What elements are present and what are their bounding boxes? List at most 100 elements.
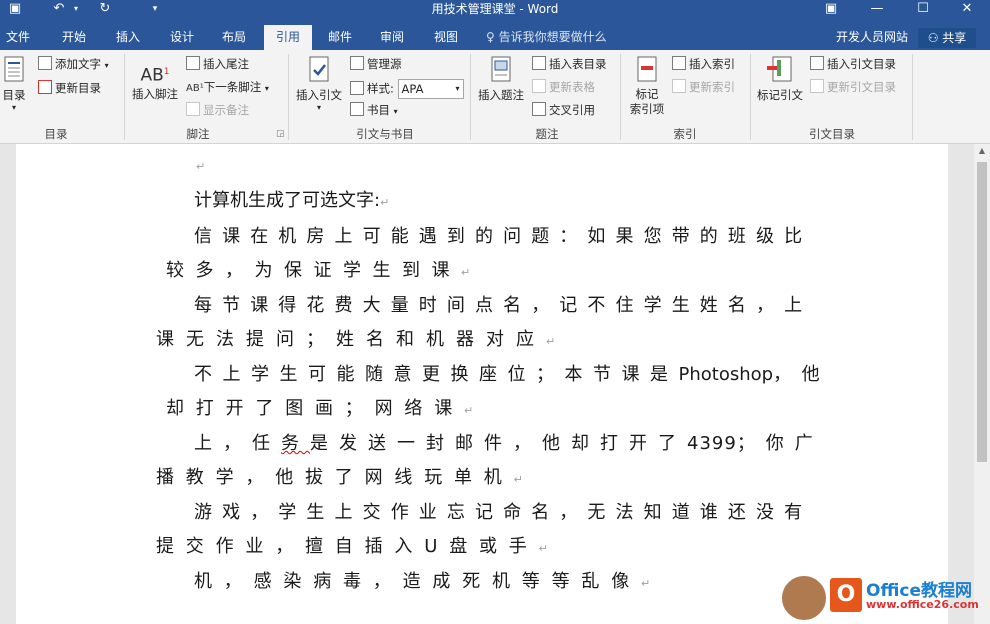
insert-caption-button[interactable]: 插入题注 xyxy=(474,56,528,103)
watermark-url: www.office26.com xyxy=(866,598,979,611)
bibliography-label: 书目 xyxy=(367,103,390,117)
group-label-footnotes: 脚注 xyxy=(186,127,210,141)
update-table-button[interactable]: 更新表格 xyxy=(532,79,595,95)
insert-caption-icon xyxy=(491,56,511,82)
footnote-icon: AB1 xyxy=(140,65,170,86)
text-run: 较多，为保证学生到课 xyxy=(166,260,461,281)
show-notes-icon xyxy=(186,102,200,116)
developer-site-link[interactable]: 开发人员网站 xyxy=(836,25,908,50)
footnotes-dialog-launcher-icon[interactable]: ◲ xyxy=(276,129,285,139)
endnote-icon xyxy=(186,56,200,70)
insert-endnote-label: 插入尾注 xyxy=(203,57,249,71)
bibliography-button[interactable]: 书目 ▾ xyxy=(350,102,398,118)
close-button[interactable]: ✕ xyxy=(944,0,990,18)
text-line: 每节课得花费大量时间点名，记不住学生姓名，上 xyxy=(194,291,812,317)
tab-mailings[interactable]: 邮件 xyxy=(318,25,362,50)
text-run: 计算机生成了可选文字: xyxy=(194,190,381,211)
add-text-label: 添加文字 xyxy=(55,57,101,71)
paragraph-mark: ↵ xyxy=(196,160,206,173)
scroll-up-icon[interactable]: ▲ xyxy=(974,146,990,155)
tab-view[interactable]: 视图 xyxy=(424,25,468,50)
insert-citation-button[interactable]: 插入引文 ▾ xyxy=(292,56,346,112)
mark-entry-button[interactable]: 标记 索引项 xyxy=(624,56,670,117)
text-run: 不上学生可能随意更换座位；本节课是 xyxy=(194,364,679,385)
text-run: Photoshop xyxy=(678,364,774,385)
mark-entry-icon xyxy=(637,56,657,82)
text-line: 提交作业，擅自插入U盘或手↵ xyxy=(156,532,548,558)
add-text-icon xyxy=(38,56,52,70)
insert-citation-label: 插入引文 xyxy=(296,88,342,102)
add-text-button[interactable]: 添加文字 ▾ xyxy=(38,56,109,72)
toc-icon xyxy=(4,56,24,82)
text-line: 较多，为保证学生到课↵ xyxy=(166,256,470,282)
insert-table-of-figures-button[interactable]: 插入表目录 xyxy=(532,56,607,72)
show-notes-button[interactable]: 显示备注 xyxy=(186,102,249,118)
text-run: 却打开了图画；网络课 xyxy=(166,398,464,419)
tab-design[interactable]: 设计 xyxy=(160,25,204,50)
update-toa-label: 更新引文目录 xyxy=(827,80,896,94)
text-run: 课无法提问；姓名和机器对应 xyxy=(156,329,546,350)
text-run: 上，任 xyxy=(194,433,281,454)
insert-index-button[interactable]: 插入索引 xyxy=(672,56,735,72)
toc-button[interactable]: 目录 ▾ xyxy=(0,56,28,112)
toc-button-label: 目录 xyxy=(2,88,26,102)
style-selector[interactable]: 样式: APA ▾ xyxy=(350,79,464,99)
minimize-button[interactable]: — xyxy=(854,0,900,18)
bibliography-dropdown-icon: ▾ xyxy=(393,107,398,116)
tell-me-box[interactable]: ♀ 告诉我你想要做什么 xyxy=(486,25,607,50)
mark-citation-button[interactable]: 标记引文 xyxy=(752,56,808,103)
tab-references[interactable]: 引用 xyxy=(264,25,312,50)
style-dropdown-chevron-icon: ▾ xyxy=(455,84,460,93)
text-line: 上，任务是发送一封邮件，他却打开了4399；你广 xyxy=(194,429,824,455)
tab-insert[interactable]: 插入 xyxy=(106,25,150,50)
tell-me-text: 告诉我你想要做什么 xyxy=(498,30,607,44)
update-toa-button[interactable]: 更新引文目录 xyxy=(810,79,896,95)
text-line: 信课在机房上可能遇到的问题：如果您带的班级比 xyxy=(194,222,812,248)
show-notes-label: 显示备注 xyxy=(203,103,249,117)
style-dropdown[interactable]: APA ▾ xyxy=(397,79,464,99)
tab-review[interactable]: 审阅 xyxy=(370,25,414,50)
ribbon-display-options-button[interactable]: ▣ xyxy=(808,0,854,18)
tab-file[interactable]: 文件 xyxy=(0,25,36,50)
cross-reference-button[interactable]: 交叉引用 xyxy=(532,102,595,118)
text-line: 计算机生成了可选文字:↵ xyxy=(194,186,389,212)
insert-footnote-label: 插入脚注 xyxy=(132,87,178,101)
update-toc-button[interactable]: 更新目录 xyxy=(38,80,101,96)
text-run: 盘或手 xyxy=(449,536,539,557)
next-footnote-button[interactable]: AB¹下一条脚注 ▾ xyxy=(186,79,269,95)
mark-entry-label-line2: 索引项 xyxy=(629,102,665,116)
next-footnote-dropdown-icon: ▾ xyxy=(264,84,269,93)
update-index-button[interactable]: 更新索引 xyxy=(672,79,735,95)
group-label-toc: 目录 xyxy=(44,127,68,141)
restore-button[interactable]: ☐ xyxy=(900,0,946,18)
text-run: ；你广 xyxy=(736,433,824,454)
update-table-icon xyxy=(532,79,546,93)
vertical-scrollbar[interactable]: ▲ xyxy=(974,144,990,624)
share-button[interactable]: ⚇ 共享 xyxy=(918,28,976,48)
scrollbar-thumb[interactable] xyxy=(977,162,987,462)
add-text-dropdown-icon: ▾ xyxy=(104,61,109,70)
text-run: 播教学，他拔了网线玩单机 xyxy=(156,467,514,488)
text-line: 课无法提问；姓名和机器对应↵ xyxy=(156,325,555,351)
mark-entry-label-line1: 标记 xyxy=(635,87,659,101)
manage-sources-label: 管理源 xyxy=(367,57,402,71)
insert-toa-button[interactable]: 插入引文目录 xyxy=(810,56,896,72)
manage-sources-button[interactable]: 管理源 xyxy=(350,56,402,72)
tab-home[interactable]: 开始 xyxy=(52,25,96,50)
mark-citation-icon xyxy=(767,56,792,82)
insert-endnote-button[interactable]: 插入尾注 xyxy=(186,56,249,72)
paragraph-mark: ↵ xyxy=(513,473,523,486)
insert-toa-label: 插入引文目录 xyxy=(827,57,896,71)
text-run: 游戏，学生上交作业忘记命名，无法知道谁还没有 xyxy=(194,502,813,523)
style-value: APA xyxy=(401,82,424,96)
paragraph-mark: ↵ xyxy=(464,404,474,417)
group-separator xyxy=(470,54,471,140)
insert-caption-label: 插入题注 xyxy=(478,88,524,102)
site-watermark: O Office教程网 www.office26.com xyxy=(780,574,980,624)
text-line: 播教学，他拔了网线玩单机↵ xyxy=(156,463,523,489)
insert-index-label: 插入索引 xyxy=(689,57,735,71)
text-line: 游戏，学生上交作业忘记命名，无法知道谁还没有 xyxy=(194,498,812,524)
text-run: 4399 xyxy=(687,433,737,454)
tab-layout[interactable]: 布局 xyxy=(212,25,256,50)
insert-footnote-button[interactable]: AB1 插入脚注 xyxy=(128,58,182,102)
